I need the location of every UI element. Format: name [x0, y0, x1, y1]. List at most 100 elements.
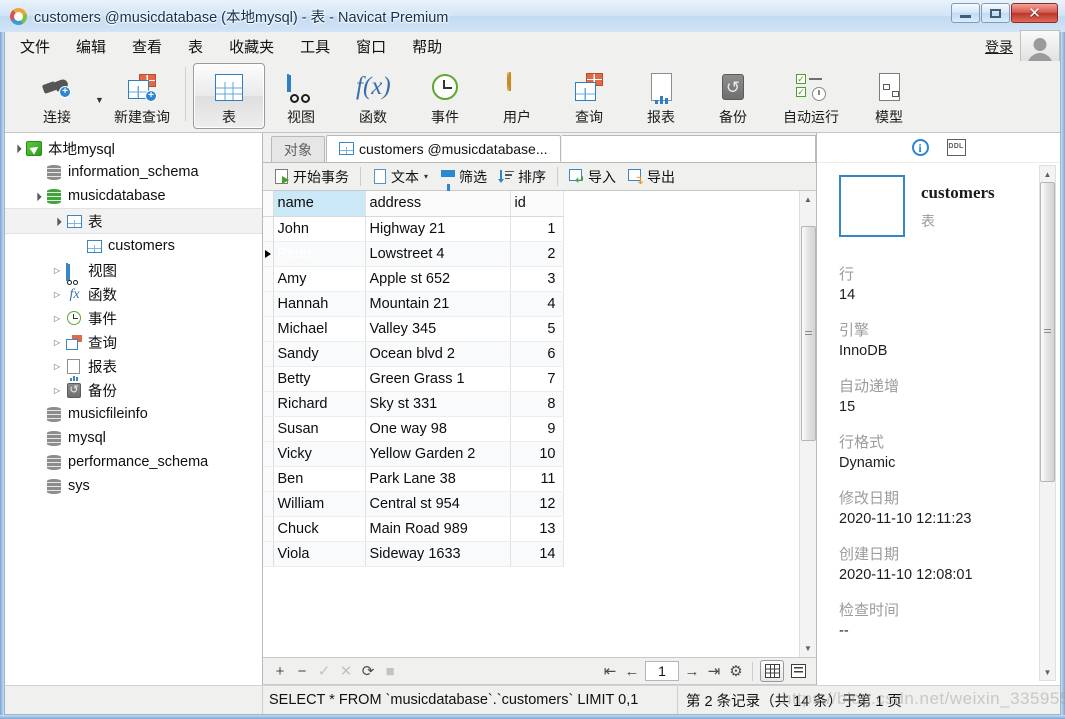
cell-address[interactable]: Green Grass 1	[365, 366, 511, 392]
cell-address[interactable]: Ocean blvd 2	[365, 341, 511, 367]
column-header-id[interactable]: id	[510, 191, 564, 217]
cell-id[interactable]: 12	[510, 491, 564, 517]
menu-help[interactable]: 帮助	[401, 34, 453, 59]
row-gutter-cell[interactable]	[263, 391, 274, 417]
sidebar-item-reports[interactable]: 报表	[5, 354, 262, 381]
toolbar-new-query[interactable]: + 新建查询	[106, 63, 178, 129]
menu-tools[interactable]: 工具	[289, 34, 341, 59]
table-row[interactable]: Viola Sideway 1633 14	[263, 541, 564, 567]
object-tree[interactable]: 本地mysql information_schema musicdatabase	[5, 133, 262, 685]
toolbar-backup[interactable]: 备份	[697, 63, 769, 129]
menu-favorites[interactable]: 收藏夹	[218, 34, 285, 59]
table-row[interactable]: Peter Lowstreet 42	[263, 241, 564, 267]
sidebar-item-functions[interactable]: fx 函数	[5, 282, 262, 306]
collapse-twisty-icon[interactable]	[49, 361, 65, 371]
toolbar-automation[interactable]: ✓ ✓ 自动运行	[769, 63, 853, 129]
column-header-address[interactable]: address	[365, 191, 511, 217]
toolbar-model[interactable]: 模型	[853, 63, 925, 129]
row-gutter-cell[interactable]	[263, 266, 274, 292]
row-gutter-cell[interactable]	[263, 241, 274, 267]
table-row[interactable]: John Highway 21 1	[263, 216, 564, 242]
menu-window[interactable]: 窗口	[345, 34, 397, 59]
table-row[interactable]: Vicky Yellow Garden 2 10	[263, 441, 564, 467]
cell-address[interactable]: Lowstreet 4	[365, 241, 511, 267]
row-gutter-cell[interactable]	[263, 316, 274, 342]
cell-name[interactable]: Susan	[273, 416, 366, 442]
table-row[interactable]: Amy Apple st 652 3	[263, 266, 564, 292]
sidebar-item-musicfileinfo[interactable]: musicfileinfo	[5, 402, 262, 426]
table-row[interactable]: Richard Sky st 331 8	[263, 391, 564, 417]
scroll-down-icon[interactable]: ▼	[799, 640, 817, 657]
row-gutter-cell[interactable]	[263, 491, 274, 517]
row-gutter-cell[interactable]	[263, 416, 274, 442]
row-gutter-cell[interactable]	[263, 366, 274, 392]
cancel-changes-button[interactable]: ✕	[335, 661, 357, 682]
add-record-button[interactable]: +	[269, 661, 291, 682]
sidebar-item-views[interactable]: 视图	[5, 258, 262, 285]
cell-id[interactable]: 6	[510, 341, 564, 367]
table-row[interactable]: Chuck Main Road 989 13	[263, 516, 564, 542]
table-row[interactable]: Sandy Ocean blvd 26	[263, 341, 564, 367]
stop-button[interactable]: ■	[379, 661, 401, 682]
last-page-button[interactable]: ⇥	[703, 661, 725, 682]
sidebar-item-musicdatabase[interactable]: musicdatabase	[5, 184, 262, 208]
cell-address[interactable]: One way 98	[365, 416, 511, 442]
expand-twisty-icon[interactable]	[9, 143, 25, 153]
tab-customers[interactable]: customers @musicdatabase...	[326, 135, 561, 162]
cell-id[interactable]: 11	[510, 466, 564, 492]
table-row[interactable]: William Central st 954 12	[263, 491, 564, 517]
cell-address[interactable]: Yellow Garden 2	[365, 441, 511, 467]
toolbar-report[interactable]: 报表	[625, 63, 697, 129]
sidebar-item-customers[interactable]: customers	[5, 234, 262, 258]
cell-address[interactable]: Valley 345	[365, 316, 511, 342]
maximize-button[interactable]	[981, 3, 1010, 23]
cell-name[interactable]: Hannah	[273, 291, 366, 317]
row-gutter-cell[interactable]	[263, 341, 274, 367]
cell-name[interactable]: William	[273, 491, 366, 517]
expand-twisty-icon[interactable]	[29, 191, 45, 201]
data-grid[interactable]: name address id John Highway 21 1 Peter Lows…	[263, 191, 564, 567]
scroll-down-icon[interactable]: ▼	[1040, 664, 1055, 680]
collapse-twisty-icon[interactable]	[49, 313, 65, 323]
cell-name[interactable]: Sandy	[273, 341, 366, 367]
menu-edit[interactable]: 编辑	[65, 34, 117, 59]
refresh-button[interactable]: ⟳	[357, 661, 379, 682]
collapse-twisty-icon[interactable]	[49, 265, 65, 275]
collapse-twisty-icon[interactable]	[49, 385, 65, 395]
delete-record-button[interactable]: −	[291, 661, 313, 682]
next-page-button[interactable]: →	[681, 661, 703, 682]
cell-name[interactable]: Chuck	[273, 516, 366, 542]
cell-name[interactable]: John	[273, 216, 366, 242]
menu-table[interactable]: 表	[177, 34, 214, 59]
sidebar-item-local-mysql[interactable]: 本地mysql	[5, 136, 262, 160]
collapse-twisty-icon[interactable]	[49, 289, 65, 299]
sidebar-item-mysql[interactable]: mysql	[5, 426, 262, 450]
cell-name[interactable]: Vicky	[273, 441, 366, 467]
tab-objects[interactable]: 对象	[271, 136, 325, 162]
sidebar-item-tables[interactable]: 表	[5, 208, 262, 234]
table-row[interactable]: Betty Green Grass 17	[263, 366, 564, 392]
table-row[interactable]: Ben Park Lane 38 11	[263, 466, 564, 492]
sort-button[interactable]: 排序	[493, 165, 552, 189]
column-header-name[interactable]: name	[273, 191, 366, 217]
form-view-toggle[interactable]	[786, 660, 810, 682]
cell-address[interactable]: Mountain 21	[365, 291, 511, 317]
prev-page-button[interactable]: ←	[621, 661, 643, 682]
apply-changes-button[interactable]: ✓	[313, 661, 335, 682]
cell-name[interactable]: Richard	[273, 391, 366, 417]
sidebar-item-information-schema[interactable]: information_schema	[5, 160, 262, 184]
cell-address[interactable]: Main Road 989	[365, 516, 511, 542]
cell-id[interactable]: 5	[510, 316, 564, 342]
sidebar-item-queries[interactable]: 查询	[5, 330, 262, 354]
cell-address[interactable]: Park Lane 38	[365, 466, 511, 492]
cell-id[interactable]: 8	[510, 391, 564, 417]
sidebar-item-performance-schema[interactable]: performance_schema	[5, 450, 262, 474]
grid-view-toggle[interactable]	[760, 660, 784, 682]
cell-name[interactable]: Viola	[273, 541, 366, 567]
toolbar-user[interactable]: 用户	[481, 63, 553, 129]
cell-id[interactable]: 7	[510, 366, 564, 392]
scrollbar-thumb[interactable]	[801, 226, 816, 441]
sidebar-item-backups[interactable]: 备份	[5, 378, 262, 402]
toolbar-table[interactable]: 表	[193, 63, 265, 129]
cell-name[interactable]: Peter	[273, 241, 366, 267]
